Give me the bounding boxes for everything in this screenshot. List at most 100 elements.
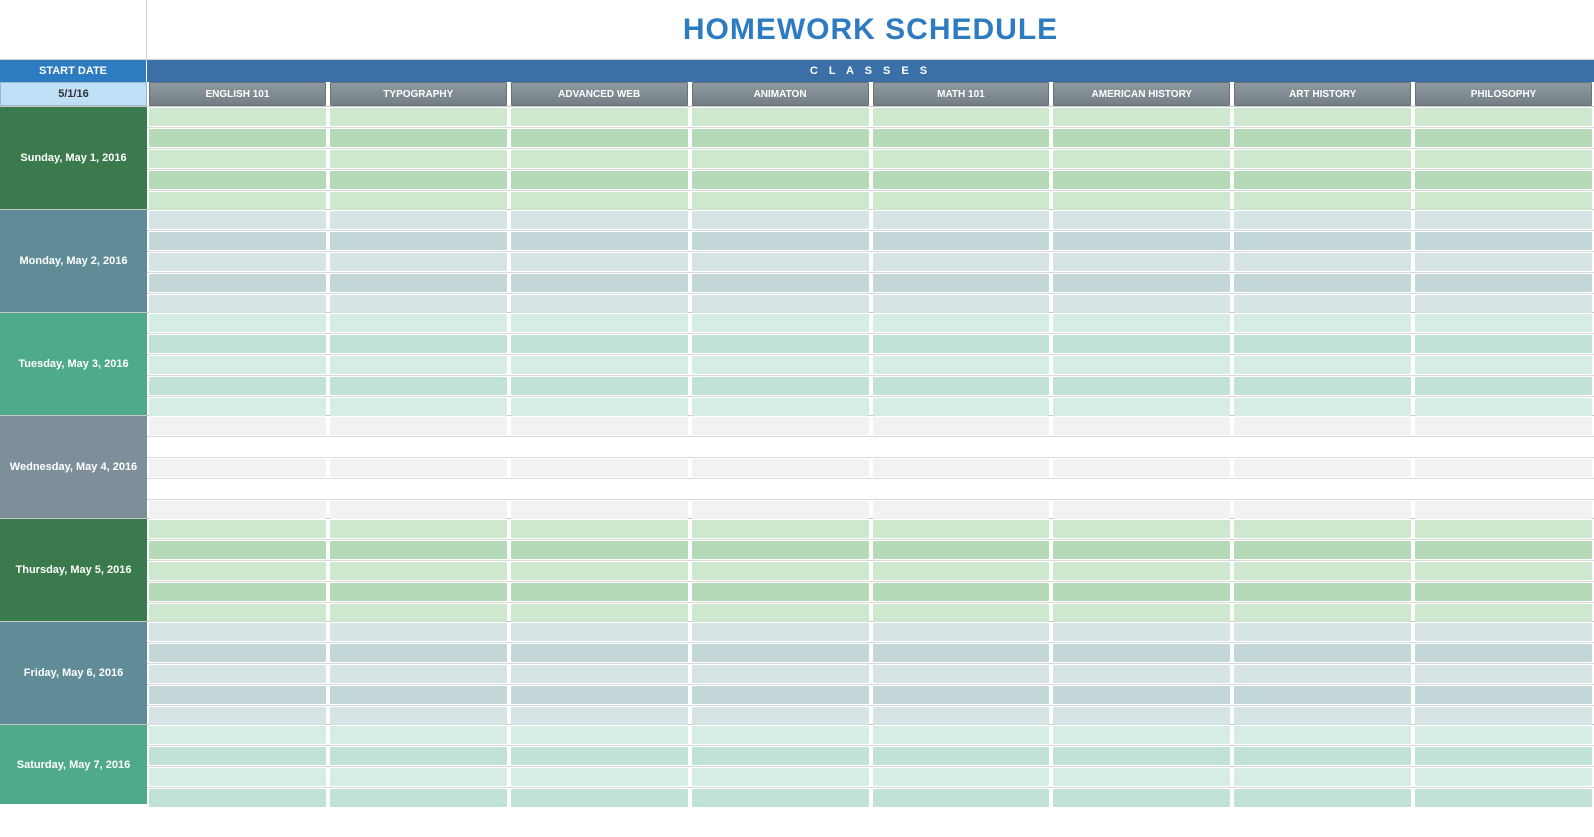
- schedule-cell[interactable]: [1415, 417, 1592, 435]
- schedule-cell[interactable]: [1234, 623, 1411, 641]
- schedule-cell[interactable]: [1234, 274, 1411, 292]
- schedule-cell[interactable]: [149, 707, 326, 725]
- schedule-cell[interactable]: [149, 314, 326, 332]
- schedule-cell[interactable]: [330, 377, 507, 395]
- schedule-cell[interactable]: [149, 295, 326, 313]
- schedule-cell[interactable]: [1234, 768, 1411, 786]
- schedule-cell[interactable]: [692, 377, 869, 395]
- schedule-cell[interactable]: [149, 686, 326, 704]
- schedule-cell[interactable]: [1053, 398, 1230, 416]
- schedule-cell[interactable]: [149, 644, 326, 662]
- schedule-cell[interactable]: [330, 192, 507, 210]
- schedule-cell[interactable]: [1053, 274, 1230, 292]
- schedule-cell[interactable]: [873, 768, 1050, 786]
- schedule-cell[interactable]: [1234, 644, 1411, 662]
- schedule-cell[interactable]: [1053, 356, 1230, 374]
- schedule-cell[interactable]: [511, 295, 688, 313]
- schedule-cell[interactable]: [873, 604, 1050, 622]
- schedule-cell[interactable]: [1053, 480, 1230, 498]
- schedule-cell[interactable]: [149, 150, 326, 168]
- schedule-cell[interactable]: [873, 356, 1050, 374]
- schedule-cell[interactable]: [1234, 438, 1411, 456]
- schedule-cell[interactable]: [1415, 356, 1592, 374]
- schedule-cell[interactable]: [511, 583, 688, 601]
- schedule-cell[interactable]: [1234, 459, 1411, 477]
- schedule-cell[interactable]: [330, 501, 507, 519]
- schedule-cell[interactable]: [149, 604, 326, 622]
- schedule-cell[interactable]: [873, 398, 1050, 416]
- schedule-cell[interactable]: [511, 789, 688, 807]
- schedule-cell[interactable]: [1415, 583, 1592, 601]
- schedule-cell[interactable]: [1053, 192, 1230, 210]
- schedule-cell[interactable]: [1053, 211, 1230, 229]
- schedule-cell[interactable]: [149, 211, 326, 229]
- schedule-cell[interactable]: [330, 253, 507, 271]
- schedule-cell[interactable]: [511, 520, 688, 538]
- schedule-cell[interactable]: [873, 707, 1050, 725]
- schedule-cell[interactable]: [330, 541, 507, 559]
- schedule-cell[interactable]: [692, 747, 869, 765]
- schedule-cell[interactable]: [1415, 604, 1592, 622]
- schedule-cell[interactable]: [1415, 768, 1592, 786]
- schedule-cell[interactable]: [873, 274, 1050, 292]
- class-header[interactable]: AMERICAN HISTORY: [1053, 82, 1230, 106]
- schedule-cell[interactable]: [149, 623, 326, 641]
- schedule-cell[interactable]: [149, 726, 326, 744]
- schedule-cell[interactable]: [1053, 707, 1230, 725]
- schedule-cell[interactable]: [873, 129, 1050, 147]
- schedule-cell[interactable]: [1415, 192, 1592, 210]
- schedule-cell[interactable]: [692, 789, 869, 807]
- schedule-cell[interactable]: [511, 541, 688, 559]
- schedule-cell[interactable]: [149, 747, 326, 765]
- schedule-cell[interactable]: [1234, 665, 1411, 683]
- schedule-cell[interactable]: [692, 604, 869, 622]
- schedule-cell[interactable]: [873, 150, 1050, 168]
- schedule-cell[interactable]: [149, 520, 326, 538]
- schedule-cell[interactable]: [873, 171, 1050, 189]
- schedule-cell[interactable]: [1234, 108, 1411, 126]
- schedule-cell[interactable]: [692, 171, 869, 189]
- schedule-cell[interactable]: [692, 520, 869, 538]
- schedule-cell[interactable]: [692, 192, 869, 210]
- schedule-cell[interactable]: [511, 377, 688, 395]
- schedule-cell[interactable]: [1234, 129, 1411, 147]
- schedule-cell[interactable]: [511, 747, 688, 765]
- schedule-cell[interactable]: [149, 108, 326, 126]
- schedule-cell[interactable]: [873, 541, 1050, 559]
- class-header[interactable]: TYPOGRAPHY: [330, 82, 507, 106]
- schedule-cell[interactable]: [1415, 501, 1592, 519]
- schedule-cell[interactable]: [1415, 171, 1592, 189]
- schedule-cell[interactable]: [692, 232, 869, 250]
- schedule-cell[interactable]: [873, 192, 1050, 210]
- schedule-cell[interactable]: [692, 707, 869, 725]
- schedule-cell[interactable]: [149, 417, 326, 435]
- schedule-cell[interactable]: [1234, 747, 1411, 765]
- schedule-cell[interactable]: [330, 398, 507, 416]
- class-header[interactable]: ART HISTORY: [1234, 82, 1411, 106]
- schedule-cell[interactable]: [1053, 520, 1230, 538]
- schedule-cell[interactable]: [873, 501, 1050, 519]
- schedule-cell[interactable]: [873, 480, 1050, 498]
- class-header[interactable]: PHILOSOPHY: [1415, 82, 1592, 106]
- schedule-cell[interactable]: [873, 295, 1050, 313]
- schedule-cell[interactable]: [330, 150, 507, 168]
- schedule-cell[interactable]: [1053, 747, 1230, 765]
- schedule-cell[interactable]: [149, 541, 326, 559]
- schedule-cell[interactable]: [330, 417, 507, 435]
- schedule-cell[interactable]: [1053, 604, 1230, 622]
- schedule-cell[interactable]: [1053, 295, 1230, 313]
- schedule-cell[interactable]: [511, 438, 688, 456]
- schedule-cell[interactable]: [1415, 665, 1592, 683]
- schedule-cell[interactable]: [692, 438, 869, 456]
- schedule-cell[interactable]: [692, 644, 869, 662]
- schedule-cell[interactable]: [511, 562, 688, 580]
- schedule-cell[interactable]: [1053, 623, 1230, 641]
- schedule-cell[interactable]: [1053, 438, 1230, 456]
- schedule-cell[interactable]: [1415, 686, 1592, 704]
- schedule-cell[interactable]: [692, 686, 869, 704]
- schedule-cell[interactable]: [1234, 480, 1411, 498]
- class-header[interactable]: ENGLISH 101: [149, 82, 326, 106]
- schedule-cell[interactable]: [873, 789, 1050, 807]
- schedule-cell[interactable]: [1234, 171, 1411, 189]
- schedule-cell[interactable]: [330, 562, 507, 580]
